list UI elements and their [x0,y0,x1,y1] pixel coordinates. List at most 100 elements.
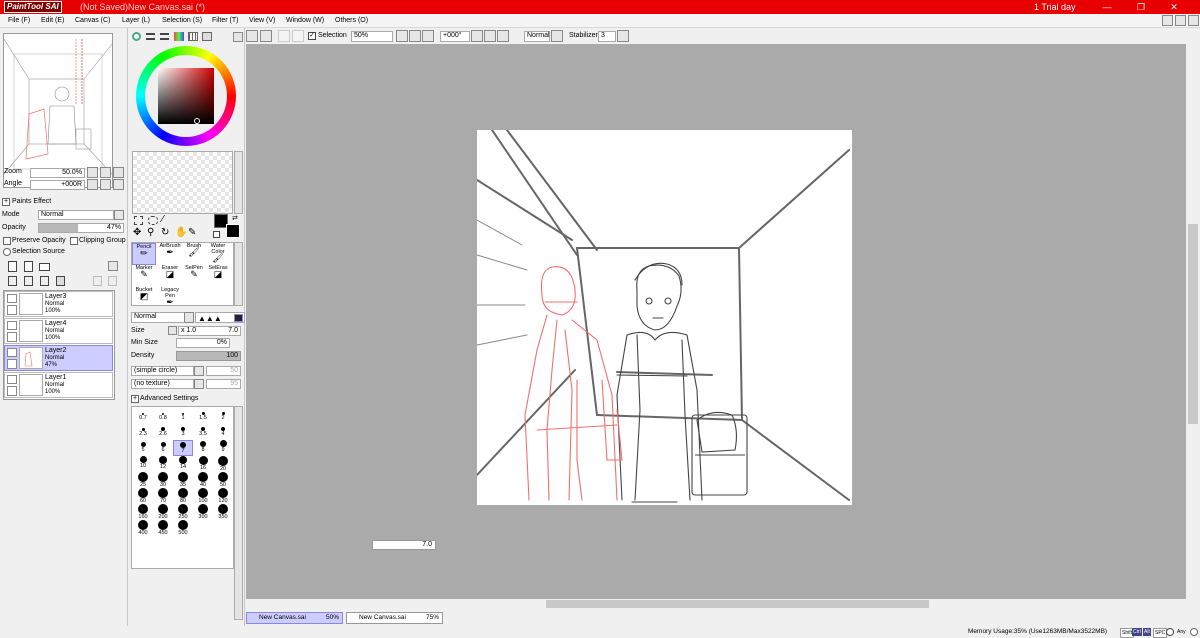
brush-size-cell[interactable]: 20 [213,456,233,472]
menu-filter[interactable]: Filter (T) [212,16,238,26]
layer-lock-box[interactable] [7,386,17,396]
menu-selection[interactable]: Selection (S) [162,16,202,26]
menu-edit[interactable]: Edit (E) [41,16,64,26]
paints-effect-expander[interactable]: + [2,198,10,206]
min-size-slider[interactable]: 0% [176,338,230,348]
visibility-eye-icon[interactable] [7,321,17,330]
brush-size-scrollbar[interactable] [234,406,243,620]
brush-size-cell[interactable]: 300 [193,504,213,520]
size-multiplier-button[interactable] [168,326,177,335]
brush-edge-square-icon[interactable] [234,314,243,322]
background-color[interactable] [226,224,240,238]
scratchpad-scrollbar[interactable] [234,151,243,214]
brush-blend-dropdown[interactable] [184,312,194,323]
delete-layer-icon[interactable] [56,276,65,286]
brush-size-cell[interactable]: 14 [173,456,193,472]
rotate-right-button[interactable] [100,179,111,190]
brush-size-cell[interactable]: 200 [153,504,173,520]
advanced-settings-expander[interactable]: + [131,395,139,403]
brush-size-cell[interactable]: 400 [133,520,153,536]
toolbar-rotation-select[interactable]: +000° [440,31,470,42]
brush-size-cell[interactable]: 30 [153,472,173,488]
mdi-minimize-button[interactable] [1175,15,1186,26]
color-picker-handle[interactable] [194,118,200,124]
selection-source-radio[interactable] [3,248,11,256]
invert-selection-button[interactable] [292,30,304,42]
brush-size-cell[interactable]: 250 [173,504,193,520]
brush-size-cell[interactable]: 8 [193,440,213,456]
hand-tool-icon[interactable]: ✋ [175,227,187,238]
canvas-vertical-scrollbar[interactable] [1186,44,1200,599]
brush-size-cell[interactable]: 3 [173,424,193,440]
tool-grid-scrollbar[interactable] [234,242,243,306]
horizontal-scroll-thumb[interactable] [546,600,929,608]
zoom-reset-button[interactable] [113,167,124,178]
brush-size-cell[interactable]: 6 [153,440,173,456]
density-slider[interactable]: 100 [176,351,241,361]
brush-size-cell[interactable]: 7 [173,440,193,456]
brush-size-cell[interactable]: 500 [173,520,193,536]
color-panel-close-button[interactable] [233,32,243,42]
brush-texture-strength[interactable]: 95 [206,379,241,389]
clear-layer-icon[interactable] [40,276,49,286]
brush-size-cell[interactable]: 0.7 [133,408,153,424]
brush-size-cell[interactable]: 10 [133,456,153,472]
rotate-left-button[interactable] [87,179,98,190]
brush-size-cell[interactable]: 80 [173,488,193,504]
preserve-opacity-checkbox[interactable] [3,237,11,245]
swatch-icon[interactable] [174,32,184,41]
brush-size-cell[interactable]: 0.8 [153,408,173,424]
brush-size-cell[interactable]: 350 [213,504,233,520]
stabilizer-dropdown[interactable] [617,30,629,42]
toolbar-zoom-select[interactable]: 50% [351,31,393,42]
menu-layer[interactable]: Layer (L) [122,16,150,26]
brush-size-cell[interactable]: 60 [133,488,153,504]
magic-wand-icon[interactable]: ⁄ [162,214,164,225]
clipping-group-checkbox[interactable] [70,237,78,245]
transfer-down-icon[interactable] [8,276,17,286]
layer-item-layer3[interactable]: Layer3 Normal 100% [4,291,113,317]
brush-size-cell[interactable]: 3.5 [193,424,213,440]
tool-seleras[interactable]: SelEras ◪ [206,265,230,287]
brush-size-cell[interactable]: 2.6 [153,424,173,440]
brush-size-cell[interactable]: 25 [133,472,153,488]
mdi-close-button[interactable] [1188,15,1199,26]
zoom-out-button[interactable] [87,167,98,178]
rect-select-icon[interactable] [134,216,143,225]
brush-size-cell[interactable]: 100 [193,488,213,504]
brush-size-cell[interactable]: 12 [153,456,173,472]
tool-selpen[interactable]: SelPen ✎ [182,265,206,287]
minimize-button[interactable]: — [1096,1,1118,13]
brush-size-cell[interactable]: 1 [173,408,193,424]
toolbar-rotate-left[interactable] [471,30,483,42]
tool-legacy-pen[interactable]: Legacy Pen ✒ [158,287,182,307]
brush-blend-select[interactable]: Normal [131,312,188,323]
menu-others[interactable]: Others (O) [335,16,368,26]
brush-size-cell[interactable]: 2 [213,408,233,424]
edit-pencil-icon[interactable] [7,359,17,369]
document-tab-2[interactable]: New Canvas.sai 75% [346,612,443,624]
brush-shape-dropdown[interactable] [194,366,204,376]
brush-shape-select[interactable]: (simple circle) [131,366,194,376]
new-folder-icon[interactable] [39,263,50,271]
selection-checkbox[interactable]: ✓ [308,32,316,40]
zoom-in-button[interactable] [100,167,111,178]
tool-eraser[interactable]: Eraser ◪ [158,265,182,287]
tool-bucket[interactable]: Bucket ◩ [132,287,156,307]
layer-panel-close-button[interactable] [108,261,118,271]
brush-size-cell[interactable]: 4 [213,424,233,440]
color-scratchpad[interactable] [132,151,233,214]
drawing-canvas[interactable] [476,129,852,505]
hsv-slider-icon[interactable] [160,33,169,40]
color-mix-icon[interactable] [202,32,212,41]
color-wheel-mode-icon[interactable] [132,32,141,41]
menu-window[interactable]: Window (W) [286,16,324,26]
layer-item-layer2[interactable]: Layer2 Normal 47% [4,345,113,371]
tool-airbrush[interactable]: AirBrush ✒ [158,243,182,265]
canvas-area[interactable]: 7.0 [246,44,1186,599]
brush-size-cell[interactable]: 9 [213,440,233,456]
brush-shape-buttons[interactable]: ▲▲▲ [195,312,245,323]
layer-mode-select[interactable]: Normal [38,210,114,220]
brush-shape-strength[interactable]: 50 [206,366,241,376]
merge-down-icon[interactable] [24,276,33,286]
